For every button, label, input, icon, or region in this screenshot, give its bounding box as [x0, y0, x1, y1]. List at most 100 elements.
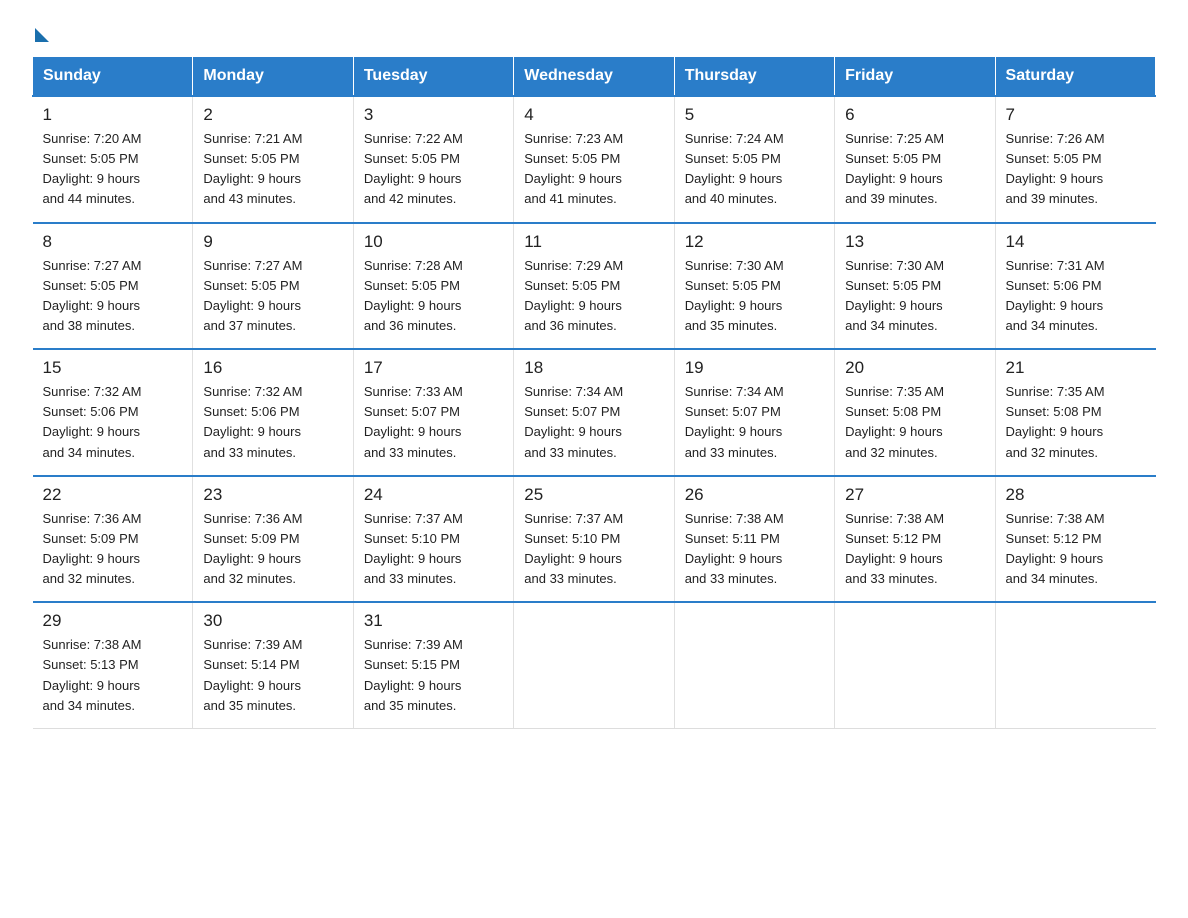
day-cell: 26 Sunrise: 7:38 AM Sunset: 5:11 PM Dayl… [674, 476, 834, 603]
week-row-5: 29 Sunrise: 7:38 AM Sunset: 5:13 PM Dayl… [33, 602, 1156, 728]
day-cell [514, 602, 674, 728]
day-number: 26 [685, 485, 824, 505]
day-cell: 7 Sunrise: 7:26 AM Sunset: 5:05 PM Dayli… [995, 96, 1155, 223]
day-info: Sunrise: 7:35 AM Sunset: 5:08 PM Dayligh… [845, 382, 984, 463]
day-cell: 30 Sunrise: 7:39 AM Sunset: 5:14 PM Dayl… [193, 602, 353, 728]
day-cell: 19 Sunrise: 7:34 AM Sunset: 5:07 PM Dayl… [674, 349, 834, 476]
day-number: 25 [524, 485, 663, 505]
day-cell: 29 Sunrise: 7:38 AM Sunset: 5:13 PM Dayl… [33, 602, 193, 728]
page-header [32, 24, 1156, 38]
day-number: 5 [685, 105, 824, 125]
day-cell: 17 Sunrise: 7:33 AM Sunset: 5:07 PM Dayl… [353, 349, 513, 476]
day-cell: 2 Sunrise: 7:21 AM Sunset: 5:05 PM Dayli… [193, 96, 353, 223]
day-number: 19 [685, 358, 824, 378]
day-cell: 24 Sunrise: 7:37 AM Sunset: 5:10 PM Dayl… [353, 476, 513, 603]
day-number: 18 [524, 358, 663, 378]
day-number: 22 [43, 485, 183, 505]
day-info: Sunrise: 7:21 AM Sunset: 5:05 PM Dayligh… [203, 129, 342, 210]
day-cell: 31 Sunrise: 7:39 AM Sunset: 5:15 PM Dayl… [353, 602, 513, 728]
day-cell: 8 Sunrise: 7:27 AM Sunset: 5:05 PM Dayli… [33, 223, 193, 350]
header-cell-tuesday: Tuesday [353, 57, 513, 97]
day-number: 28 [1006, 485, 1146, 505]
header-cell-sunday: Sunday [33, 57, 193, 97]
day-number: 21 [1006, 358, 1146, 378]
day-cell: 15 Sunrise: 7:32 AM Sunset: 5:06 PM Dayl… [33, 349, 193, 476]
day-cell: 14 Sunrise: 7:31 AM Sunset: 5:06 PM Dayl… [995, 223, 1155, 350]
day-number: 11 [524, 232, 663, 252]
day-info: Sunrise: 7:30 AM Sunset: 5:05 PM Dayligh… [845, 256, 984, 337]
day-number: 27 [845, 485, 984, 505]
day-info: Sunrise: 7:36 AM Sunset: 5:09 PM Dayligh… [203, 509, 342, 590]
day-cell: 22 Sunrise: 7:36 AM Sunset: 5:09 PM Dayl… [33, 476, 193, 603]
day-number: 23 [203, 485, 342, 505]
day-info: Sunrise: 7:25 AM Sunset: 5:05 PM Dayligh… [845, 129, 984, 210]
day-cell [674, 602, 834, 728]
day-number: 17 [364, 358, 503, 378]
day-info: Sunrise: 7:34 AM Sunset: 5:07 PM Dayligh… [685, 382, 824, 463]
day-info: Sunrise: 7:28 AM Sunset: 5:05 PM Dayligh… [364, 256, 503, 337]
day-info: Sunrise: 7:27 AM Sunset: 5:05 PM Dayligh… [43, 256, 183, 337]
day-number: 4 [524, 105, 663, 125]
week-row-3: 15 Sunrise: 7:32 AM Sunset: 5:06 PM Dayl… [33, 349, 1156, 476]
day-info: Sunrise: 7:32 AM Sunset: 5:06 PM Dayligh… [43, 382, 183, 463]
day-number: 8 [43, 232, 183, 252]
calendar-table: SundayMondayTuesdayWednesdayThursdayFrid… [32, 56, 1156, 729]
day-number: 31 [364, 611, 503, 631]
day-info: Sunrise: 7:24 AM Sunset: 5:05 PM Dayligh… [685, 129, 824, 210]
day-number: 13 [845, 232, 984, 252]
day-cell: 11 Sunrise: 7:29 AM Sunset: 5:05 PM Dayl… [514, 223, 674, 350]
calendar-body: 1 Sunrise: 7:20 AM Sunset: 5:05 PM Dayli… [33, 96, 1156, 728]
day-number: 30 [203, 611, 342, 631]
day-info: Sunrise: 7:37 AM Sunset: 5:10 PM Dayligh… [524, 509, 663, 590]
day-info: Sunrise: 7:33 AM Sunset: 5:07 PM Dayligh… [364, 382, 503, 463]
day-info: Sunrise: 7:36 AM Sunset: 5:09 PM Dayligh… [43, 509, 183, 590]
day-info: Sunrise: 7:20 AM Sunset: 5:05 PM Dayligh… [43, 129, 183, 210]
day-number: 29 [43, 611, 183, 631]
day-cell: 18 Sunrise: 7:34 AM Sunset: 5:07 PM Dayl… [514, 349, 674, 476]
day-info: Sunrise: 7:27 AM Sunset: 5:05 PM Dayligh… [203, 256, 342, 337]
day-info: Sunrise: 7:30 AM Sunset: 5:05 PM Dayligh… [685, 256, 824, 337]
day-info: Sunrise: 7:37 AM Sunset: 5:10 PM Dayligh… [364, 509, 503, 590]
header-cell-wednesday: Wednesday [514, 57, 674, 97]
day-number: 24 [364, 485, 503, 505]
day-number: 10 [364, 232, 503, 252]
day-number: 15 [43, 358, 183, 378]
day-cell: 4 Sunrise: 7:23 AM Sunset: 5:05 PM Dayli… [514, 96, 674, 223]
day-info: Sunrise: 7:34 AM Sunset: 5:07 PM Dayligh… [524, 382, 663, 463]
day-cell: 5 Sunrise: 7:24 AM Sunset: 5:05 PM Dayli… [674, 96, 834, 223]
day-cell [995, 602, 1155, 728]
day-number: 9 [203, 232, 342, 252]
day-number: 20 [845, 358, 984, 378]
day-cell: 1 Sunrise: 7:20 AM Sunset: 5:05 PM Dayli… [33, 96, 193, 223]
week-row-2: 8 Sunrise: 7:27 AM Sunset: 5:05 PM Dayli… [33, 223, 1156, 350]
day-cell: 28 Sunrise: 7:38 AM Sunset: 5:12 PM Dayl… [995, 476, 1155, 603]
day-info: Sunrise: 7:39 AM Sunset: 5:15 PM Dayligh… [364, 635, 503, 716]
day-info: Sunrise: 7:38 AM Sunset: 5:12 PM Dayligh… [845, 509, 984, 590]
day-number: 2 [203, 105, 342, 125]
day-info: Sunrise: 7:22 AM Sunset: 5:05 PM Dayligh… [364, 129, 503, 210]
day-number: 16 [203, 358, 342, 378]
day-cell: 12 Sunrise: 7:30 AM Sunset: 5:05 PM Dayl… [674, 223, 834, 350]
day-info: Sunrise: 7:31 AM Sunset: 5:06 PM Dayligh… [1006, 256, 1146, 337]
day-cell: 21 Sunrise: 7:35 AM Sunset: 5:08 PM Dayl… [995, 349, 1155, 476]
day-info: Sunrise: 7:38 AM Sunset: 5:11 PM Dayligh… [685, 509, 824, 590]
day-cell: 13 Sunrise: 7:30 AM Sunset: 5:05 PM Dayl… [835, 223, 995, 350]
day-cell: 23 Sunrise: 7:36 AM Sunset: 5:09 PM Dayl… [193, 476, 353, 603]
day-number: 12 [685, 232, 824, 252]
week-row-1: 1 Sunrise: 7:20 AM Sunset: 5:05 PM Dayli… [33, 96, 1156, 223]
day-info: Sunrise: 7:23 AM Sunset: 5:05 PM Dayligh… [524, 129, 663, 210]
day-cell: 27 Sunrise: 7:38 AM Sunset: 5:12 PM Dayl… [835, 476, 995, 603]
day-info: Sunrise: 7:35 AM Sunset: 5:08 PM Dayligh… [1006, 382, 1146, 463]
day-cell: 9 Sunrise: 7:27 AM Sunset: 5:05 PM Dayli… [193, 223, 353, 350]
week-row-4: 22 Sunrise: 7:36 AM Sunset: 5:09 PM Dayl… [33, 476, 1156, 603]
header-cell-saturday: Saturday [995, 57, 1155, 97]
day-number: 1 [43, 105, 183, 125]
day-cell: 6 Sunrise: 7:25 AM Sunset: 5:05 PM Dayli… [835, 96, 995, 223]
day-info: Sunrise: 7:38 AM Sunset: 5:13 PM Dayligh… [43, 635, 183, 716]
logo-arrow-icon [35, 28, 49, 42]
day-cell: 25 Sunrise: 7:37 AM Sunset: 5:10 PM Dayl… [514, 476, 674, 603]
day-info: Sunrise: 7:39 AM Sunset: 5:14 PM Dayligh… [203, 635, 342, 716]
day-info: Sunrise: 7:26 AM Sunset: 5:05 PM Dayligh… [1006, 129, 1146, 210]
logo [32, 24, 49, 38]
day-info: Sunrise: 7:32 AM Sunset: 5:06 PM Dayligh… [203, 382, 342, 463]
